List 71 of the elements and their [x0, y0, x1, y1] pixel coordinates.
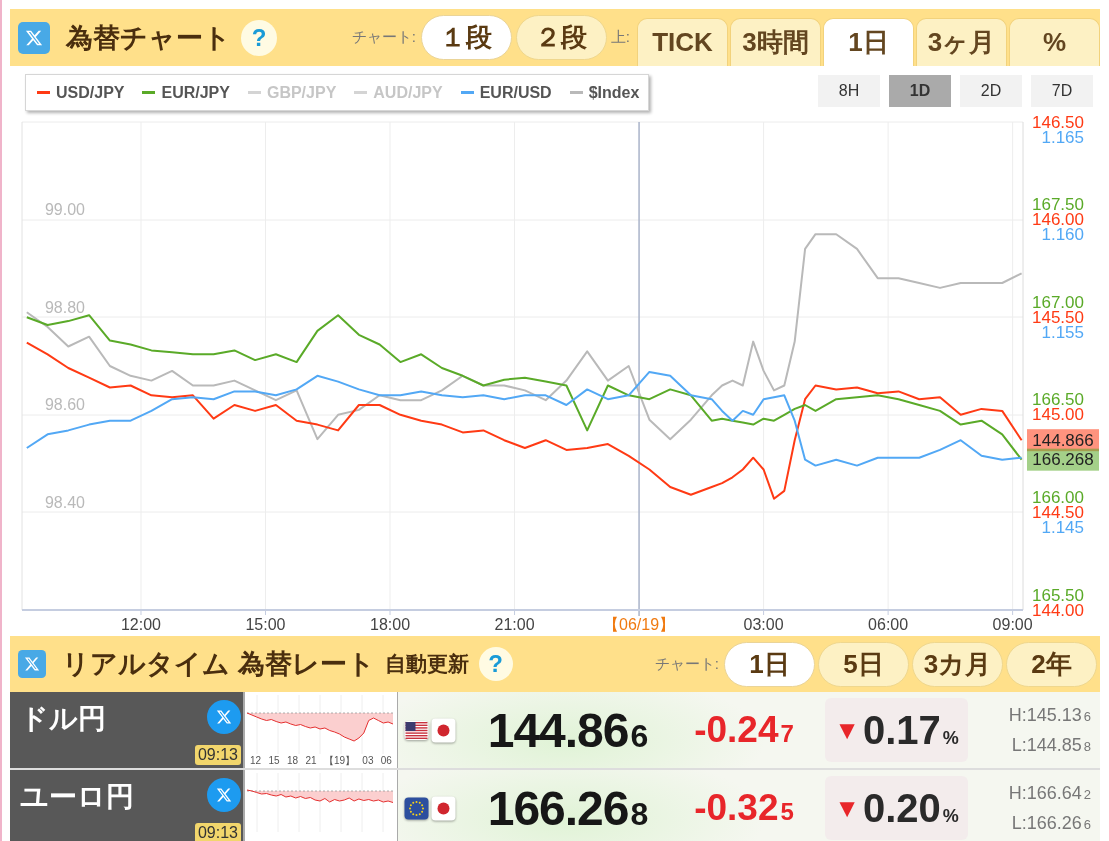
chart-label: チャート: [654, 654, 719, 674]
axis-label: 【19】 [323, 754, 355, 767]
price-text: 166.268 [487, 780, 649, 836]
tabs-label: 上: [610, 28, 630, 47]
axis-label: 03 [362, 754, 374, 767]
last-price-tag: 144.866 [1027, 429, 1099, 452]
percent-text: 0.17% [862, 707, 959, 753]
period-tab[interactable]: 1日 [823, 18, 914, 66]
axis-label: 98.40 [45, 493, 85, 511]
period-button[interactable]: 3カ月 [912, 641, 1003, 687]
axis-label: 15:00 [245, 615, 286, 633]
price-text: 144.866 [487, 702, 649, 758]
jp-flag-icon [431, 795, 456, 821]
range-button[interactable]: 8H [818, 75, 880, 107]
change-text: -0.325 [694, 787, 794, 829]
axis-label: 18:00 [370, 615, 411, 633]
period-tab[interactable]: 3時間 [730, 18, 821, 66]
range-button[interactable]: 7D [1031, 75, 1093, 107]
axis-label: 18 [286, 754, 299, 767]
layout-label: チャート: [351, 28, 416, 47]
line-swatch-icon [247, 91, 261, 94]
low-text: L:144.85 8 [1011, 734, 1091, 756]
period-button[interactable]: 1日 [724, 641, 815, 687]
axis-label: 09:00 [992, 615, 1033, 633]
legend-item[interactable]: USD/JPY [37, 83, 125, 102]
period-button[interactable]: 2年 [1006, 641, 1097, 687]
update-time: 09:13 [194, 745, 241, 765]
axis-label: 【06/19】 [603, 615, 676, 633]
axis-label: 12:00 [120, 615, 161, 633]
range-button[interactable]: 1D [889, 75, 951, 107]
legend-item[interactable]: EUR/JPY [142, 83, 230, 102]
axis-label: 12 [250, 754, 262, 767]
period-tab[interactable]: 3ヶ月 [916, 18, 1007, 66]
axis-label: 99.00 [45, 201, 85, 219]
axis-label: 15 [268, 754, 280, 767]
x-mark-icon[interactable] [207, 778, 241, 812]
layout-button[interactable]: １段 [420, 15, 512, 60]
layout-button[interactable]: ２段 [515, 15, 607, 60]
jp-flag-icon [431, 717, 456, 743]
period-tab[interactable]: TICK [637, 18, 728, 66]
pair-name: ドル円 [20, 702, 107, 736]
percent-text: 0.20% [862, 785, 959, 831]
eu-flag-icon [404, 795, 429, 821]
auto-update-label: 自動更新 [384, 651, 469, 677]
axis-label: 21:00 [494, 615, 535, 633]
legend-item[interactable]: EUR/USD [460, 83, 552, 102]
axis-label: 06:00 [868, 615, 909, 633]
change-text: -0.247 [694, 709, 794, 751]
trend-arrow: ▼ [834, 792, 860, 824]
section-title: 為替チャート [66, 21, 231, 55]
legend-item[interactable]: $Index [569, 83, 640, 102]
axis-label: 98.80 [45, 298, 85, 316]
axis-label: 1.160 [1041, 225, 1084, 245]
section-title: リアルタイム 為替レート [62, 648, 375, 681]
trend-arrow: ▼ [834, 714, 860, 746]
axis-label: 06 [380, 754, 392, 767]
period-tab[interactable]: % [1009, 18, 1100, 66]
axis-label: 98.60 [45, 396, 85, 414]
period-button[interactable]: 5日 [818, 641, 909, 687]
high-text: H:145.13 6 [1008, 704, 1091, 726]
pair-name: ユーロ円 [20, 780, 135, 814]
axis-label: 03:00 [743, 615, 784, 633]
update-time: 09:13 [194, 823, 241, 841]
range-button[interactable]: 2D [960, 75, 1022, 107]
axis-label: 21 [305, 754, 317, 767]
last-price-tag: 166.268 [1027, 448, 1099, 471]
line-swatch-icon [354, 91, 368, 94]
axis-label: 145.00 [1032, 405, 1084, 425]
high-text: H:166.642 [1008, 782, 1091, 804]
low-text: L:166.26 6 [1011, 812, 1091, 834]
x-mark-icon[interactable] [207, 700, 241, 734]
